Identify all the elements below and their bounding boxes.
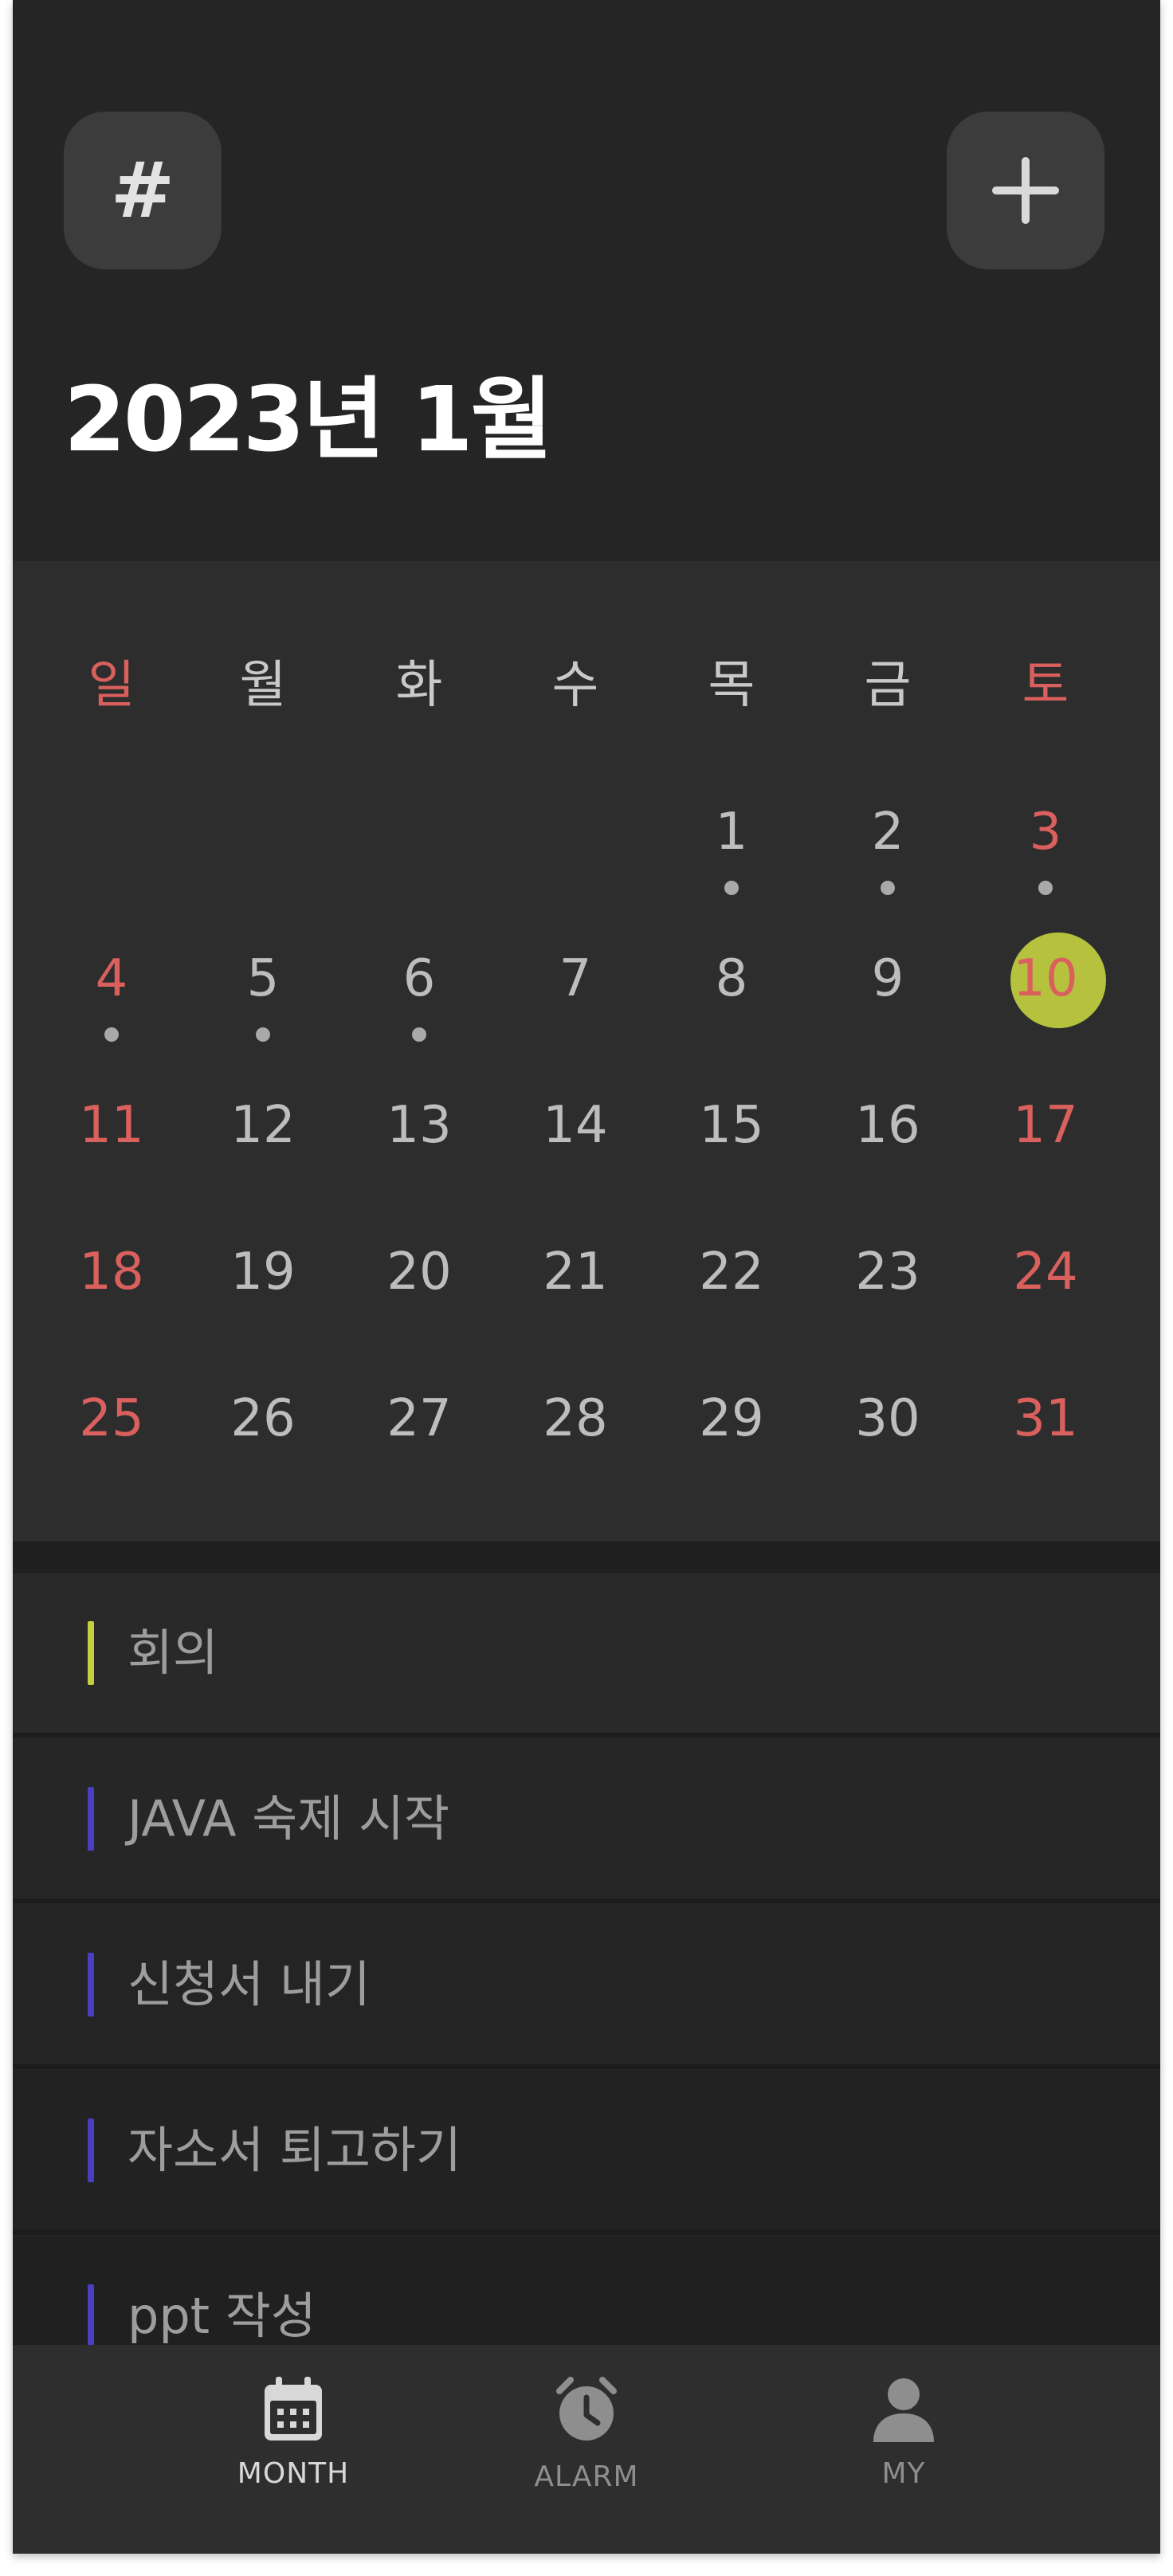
app-screen: # 2023년 1월 회의 JAVA 숙제 시작신청서 내기자소서 퇴고하기 ppt… bbox=[13, 0, 1160, 2554]
calendar-day[interactable]: 29 bbox=[672, 1375, 791, 1463]
calendar-day[interactable]: 2 bbox=[828, 788, 947, 876]
calendar-day[interactable]: 25 bbox=[52, 1375, 171, 1463]
event-list: 회의 JAVA 숙제 시작신청서 내기자소서 퇴고하기 ppt 작성 bbox=[13, 1573, 1160, 2346]
calendar-day[interactable]: 7 bbox=[516, 935, 635, 1023]
event-dot bbox=[881, 881, 895, 895]
plus-icon bbox=[992, 157, 1059, 224]
month-title: 2023년 1월 bbox=[64, 368, 553, 472]
calendar-day[interactable]: 5 bbox=[203, 935, 323, 1023]
event-item[interactable]: JAVA 숙제 시작 bbox=[13, 1739, 1160, 1903]
calendar-day[interactable]: 8 bbox=[672, 935, 791, 1023]
event-dot bbox=[104, 1027, 119, 1042]
event-dot bbox=[724, 881, 739, 895]
calendar-day[interactable]: 4 bbox=[52, 935, 171, 1023]
event-item[interactable]: 신청서 내기 bbox=[13, 1905, 1160, 2069]
nav-my-label: MY bbox=[881, 2457, 926, 2490]
hash-icon: # bbox=[110, 146, 175, 235]
event-title: 신청서 내기 bbox=[128, 1955, 371, 2013]
calendar-day[interactable]: 14 bbox=[516, 1082, 635, 1169]
event-title: ppt 작성 bbox=[128, 2287, 316, 2345]
divider bbox=[13, 1541, 1160, 1573]
calendar-day[interactable]: 19 bbox=[203, 1228, 323, 1316]
calendar-day[interactable]: 31 bbox=[986, 1375, 1105, 1463]
event-item[interactable]: 회의 bbox=[13, 1573, 1160, 1738]
user-icon bbox=[873, 2378, 934, 2442]
weekday-label: 목 bbox=[708, 656, 755, 715]
calendar-day[interactable]: 28 bbox=[516, 1375, 635, 1463]
calendar-day[interactable]: 22 bbox=[672, 1228, 791, 1316]
event-title: JAVA 숙제 시작 bbox=[128, 1789, 450, 1848]
calendar-day[interactable]: 11 bbox=[52, 1082, 171, 1169]
calendar-day[interactable]: 16 bbox=[828, 1082, 947, 1169]
calendar-day[interactable]: 30 bbox=[828, 1375, 947, 1463]
calendar-icon bbox=[265, 2377, 322, 2441]
weekday-label: 월 bbox=[239, 656, 287, 715]
bottom-nav: MONTH ALARM MY bbox=[13, 2345, 1160, 2554]
event-color-bar bbox=[88, 1787, 94, 1851]
tag-button[interactable]: # bbox=[64, 112, 222, 269]
event-item[interactable]: 자소서 퇴고하기 bbox=[13, 2071, 1160, 2235]
header: # 2023년 1월 bbox=[13, 0, 1160, 561]
weekday-label: 수 bbox=[551, 656, 599, 715]
calendar-day[interactable]: 20 bbox=[359, 1228, 479, 1316]
calendar-day[interactable]: 24 bbox=[986, 1228, 1105, 1316]
event-title: 자소서 퇴고하기 bbox=[128, 2121, 461, 2179]
calendar-day[interactable]: 1 bbox=[672, 788, 791, 876]
calendar-day[interactable]: 27 bbox=[359, 1375, 479, 1463]
calendar-day[interactable]: 12 bbox=[203, 1082, 323, 1169]
event-color-bar bbox=[88, 1953, 94, 2016]
event-dot bbox=[412, 1027, 426, 1042]
calendar-day[interactable]: 3 bbox=[986, 788, 1105, 876]
weekday-label: 일 bbox=[88, 656, 135, 715]
weekday-label: 화 bbox=[395, 656, 443, 715]
weekday-label: 토 bbox=[1022, 656, 1069, 715]
event-item[interactable]: ppt 작성 bbox=[13, 2236, 1160, 2346]
calendar-day[interactable]: 23 bbox=[828, 1228, 947, 1316]
calendar-day[interactable]: 26 bbox=[203, 1375, 323, 1463]
calendar-day[interactable]: 13 bbox=[359, 1082, 479, 1169]
event-color-bar bbox=[88, 2119, 94, 2182]
nav-month-label: MONTH bbox=[237, 2457, 350, 2490]
add-event-button[interactable] bbox=[947, 112, 1104, 269]
event-color-bar bbox=[88, 2284, 94, 2346]
calendar-day[interactable]: 21 bbox=[516, 1228, 635, 1316]
calendar-day-selected[interactable]: 10 bbox=[986, 935, 1105, 1023]
calendar-day[interactable]: 15 bbox=[672, 1082, 791, 1169]
nav-month[interactable]: MONTH bbox=[198, 2377, 389, 2520]
calendar-day[interactable]: 6 bbox=[359, 935, 479, 1023]
nav-alarm-label: ALARM bbox=[534, 2460, 639, 2493]
weekday-label: 금 bbox=[864, 656, 912, 715]
event-dot bbox=[256, 1027, 270, 1042]
event-title: 회의 bbox=[128, 1624, 219, 1682]
nav-alarm[interactable]: ALARM bbox=[491, 2377, 682, 2520]
event-dot bbox=[1038, 881, 1053, 895]
alarm-clock-icon bbox=[556, 2377, 617, 2441]
calendar-day[interactable]: 9 bbox=[828, 935, 947, 1023]
nav-my[interactable]: MY bbox=[808, 2377, 999, 2520]
calendar-day[interactable]: 17 bbox=[986, 1082, 1105, 1169]
calendar-day[interactable]: 18 bbox=[52, 1228, 171, 1316]
event-color-bar bbox=[88, 1621, 94, 1685]
